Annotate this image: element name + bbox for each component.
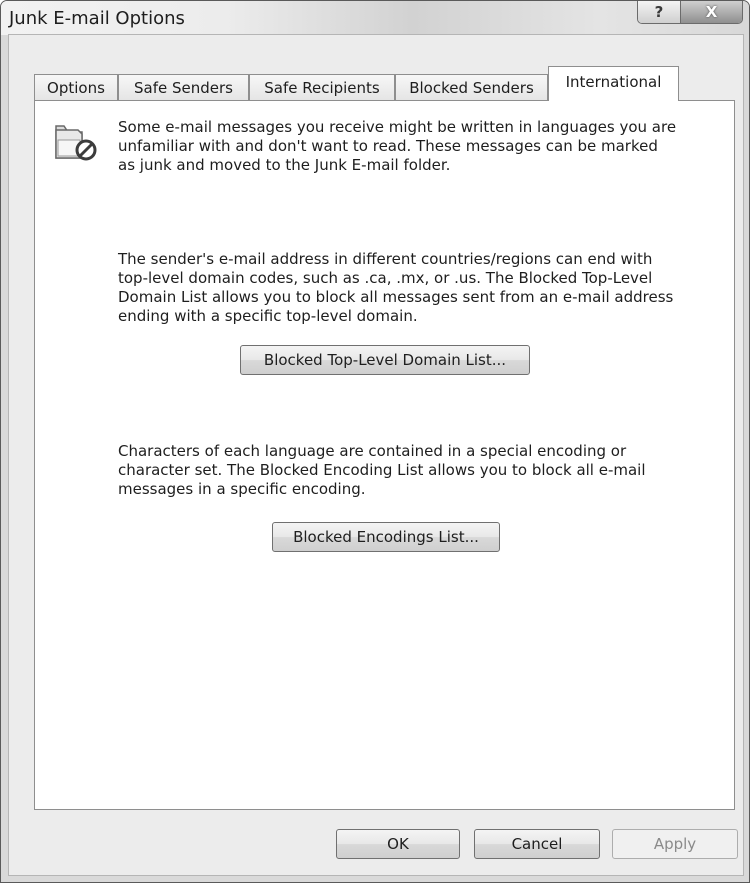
blocked-mailbox-icon: [55, 125, 97, 161]
intro-line: as junk and moved to the Junk E-mail fol…: [118, 156, 451, 174]
tab-label: Options: [47, 78, 105, 97]
tab-blocked-senders[interactable]: Blocked Senders: [395, 74, 548, 100]
tab-options[interactable]: Options: [34, 74, 118, 100]
blocked-tld-list-button[interactable]: Blocked Top-Level Domain List...: [240, 345, 530, 375]
window-title: Junk E-mail Options: [9, 8, 185, 29]
tld-line: top-level domain codes, such as .ca, .mx…: [118, 269, 653, 287]
tab-safe-senders[interactable]: Safe Senders: [118, 74, 249, 100]
tld-description: The sender's e-mail address in different…: [118, 250, 723, 326]
cancel-button[interactable]: Cancel: [474, 829, 600, 859]
tld-line: Domain List allows you to block all mess…: [118, 288, 674, 306]
encoding-line: Characters of each language are containe…: [118, 442, 627, 460]
encoding-line: messages in a specific encoding.: [118, 480, 366, 498]
caption-buttons: ? X: [637, 1, 743, 24]
tab-international[interactable]: International: [548, 66, 679, 101]
encoding-line: character set. The Blocked Encoding List…: [118, 461, 646, 479]
ok-button[interactable]: OK: [336, 829, 460, 859]
intro-line: Some e-mail messages you receive might b…: [118, 118, 677, 136]
tab-label: Safe Senders: [134, 78, 233, 97]
blocked-encodings-list-button[interactable]: Blocked Encodings List...: [272, 522, 500, 552]
intro-line: unfamiliar with and don't want to read. …: [118, 137, 658, 155]
tab-safe-recipients[interactable]: Safe Recipients: [249, 74, 395, 100]
help-button[interactable]: ?: [638, 1, 681, 23]
tld-line: ending with a specific top-level domain.: [118, 307, 418, 325]
tld-line: The sender's e-mail address in different…: [118, 250, 653, 268]
tab-label: Safe Recipients: [264, 78, 380, 97]
tab-label: International: [565, 73, 662, 91]
close-button[interactable]: X: [681, 1, 742, 23]
title-bar: Junk E-mail Options ? X: [1, 1, 749, 35]
encoding-description: Characters of each language are containe…: [118, 442, 723, 499]
intro-text: Some e-mail messages you receive might b…: [118, 118, 723, 175]
apply-button[interactable]: Apply: [612, 829, 738, 859]
tab-label: Blocked Senders: [409, 78, 534, 97]
